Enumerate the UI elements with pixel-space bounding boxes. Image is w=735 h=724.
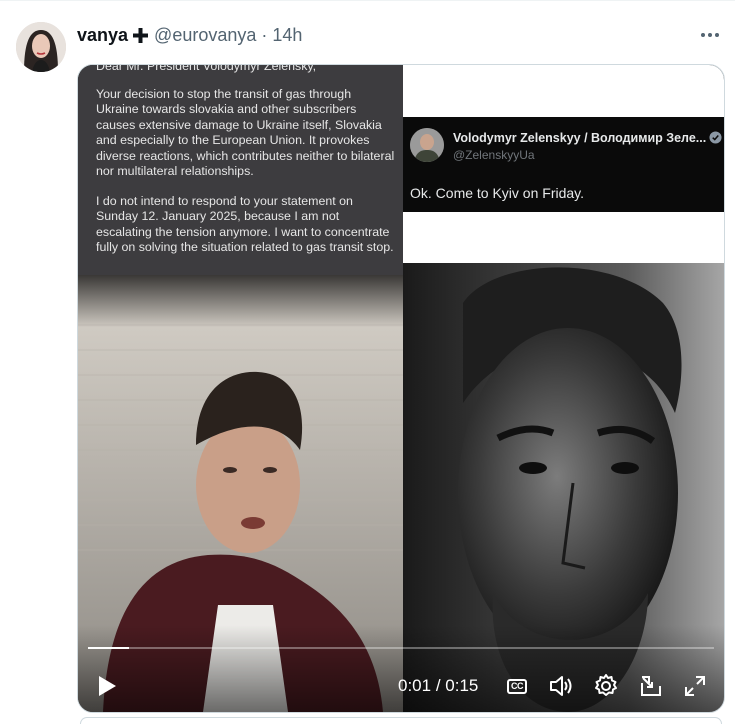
captions-button[interactable]: CC: [504, 673, 530, 699]
quoted-text: Ok. Come to Kyiv on Friday.: [410, 185, 585, 201]
more-options-icon[interactable]: [699, 24, 721, 46]
left-video-panel: Dear Mr. President Volodymyr Zelensky, Y…: [78, 65, 403, 712]
quoted-author-handle: @ZelenskyyUa: [453, 148, 535, 162]
letter-greeting: Dear Mr. President Volodymyr Zelensky,: [96, 64, 317, 73]
captions-icon: CC: [507, 678, 527, 694]
quoted-avatar: [410, 128, 444, 162]
separator-dot: ·: [261, 24, 268, 45]
fullscreen-icon[interactable]: [682, 673, 708, 699]
settings-gear-icon[interactable]: [593, 673, 619, 699]
pop-out-icon[interactable]: [638, 673, 664, 699]
display-name[interactable]: vanya: [77, 25, 128, 46]
duration: 0:15: [445, 676, 479, 695]
quoted-post: Volodymyr Zelenskyy / Володимир Зеле... …: [403, 117, 724, 212]
player-controls: 0:01 / 0:15 CC: [78, 625, 724, 712]
avatar[interactable]: [16, 22, 66, 72]
user-handle[interactable]: @eurovanya: [154, 25, 256, 46]
progress-fill: [88, 647, 130, 649]
time-separator: /: [431, 676, 446, 695]
current-time: 0:01: [398, 676, 432, 695]
volume-icon[interactable]: [548, 673, 574, 699]
letter-paragraph-2: I do not intend to respond to your state…: [96, 193, 394, 255]
right-video-panel: Volodymyr Zelenskyy / Володимир Зеле... …: [403, 65, 724, 712]
verified-icon: [709, 131, 722, 144]
quoted-name-text: Volodymyr Zelenskyy / Володимир Зеле...: [453, 131, 707, 145]
timestamp[interactable]: 14h: [272, 25, 302, 46]
video-player[interactable]: Dear Mr. President Volodymyr Zelensky, Y…: [77, 64, 725, 713]
avatar-image: [16, 22, 66, 72]
progress-bar[interactable]: [88, 647, 714, 649]
tweet-header: vanya @eurovanya · 14h: [77, 24, 302, 46]
letter-paragraph-1: Your decision to stop the transit of gas…: [96, 86, 395, 179]
play-icon[interactable]: [94, 673, 120, 699]
letter-screenshot: Dear Mr. President Volodymyr Zelensky, Y…: [78, 65, 403, 275]
quoted-author-name: Volodymyr Zelenskyy / Володимир Зеле...: [453, 131, 722, 145]
top-divider: [0, 0, 735, 1]
time-display: 0:01 / 0:15: [398, 676, 478, 696]
cross-icon: [133, 27, 149, 43]
